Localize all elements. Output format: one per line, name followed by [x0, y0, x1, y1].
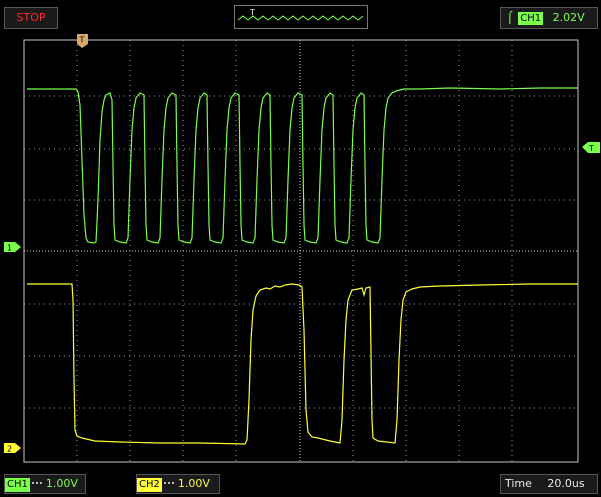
timebase-value: 20.0us	[547, 477, 585, 490]
waveform-preview-icon: T	[237, 8, 364, 21]
trigger-level-marker[interactable]: T	[582, 142, 600, 153]
svg-text:2: 2	[7, 445, 12, 454]
memory-position-indicator: T	[234, 5, 368, 29]
timebase-label: Time	[505, 477, 532, 490]
run-stop-indicator[interactable]: STOP	[4, 7, 58, 29]
ch2-scale: 1.00V	[177, 477, 210, 490]
timebase-chip[interactable]: Time 20.0us	[500, 474, 598, 494]
ch2-ground-marker[interactable]: 2	[4, 443, 21, 454]
ch2-label: CH2	[137, 478, 162, 492]
ch2-scale-chip[interactable]: CH2 1.00V	[136, 474, 220, 494]
trigger-marker-preview: T	[249, 8, 255, 17]
svg-text:1: 1	[7, 244, 12, 253]
ch1-ground-marker[interactable]: 1	[4, 242, 21, 253]
svg-text:T: T	[588, 144, 594, 153]
ch1-scale: 1.00V	[45, 477, 78, 490]
coupling-dc-icon	[31, 482, 42, 484]
ch1-label: CH1	[5, 478, 30, 492]
bottom-status-bar: CH1 1.00V CH2 1.00V Time 20.0us	[0, 468, 601, 497]
trigger-channel: CH1	[518, 12, 544, 25]
oscilloscope-display: T T 1 2	[0, 34, 601, 464]
trigger-edge-rising-icon: ⌠	[507, 11, 513, 24]
ch1-scale-chip[interactable]: CH1 1.00V	[4, 474, 86, 494]
svg-text:T: T	[79, 36, 85, 45]
trigger-level: 2.02V	[552, 11, 585, 24]
top-status-bar: STOP T ⌠ CH1 2.02V	[0, 0, 601, 34]
coupling-dc-icon	[163, 482, 174, 484]
trigger-settings[interactable]: ⌠ CH1 2.02V	[500, 7, 598, 29]
